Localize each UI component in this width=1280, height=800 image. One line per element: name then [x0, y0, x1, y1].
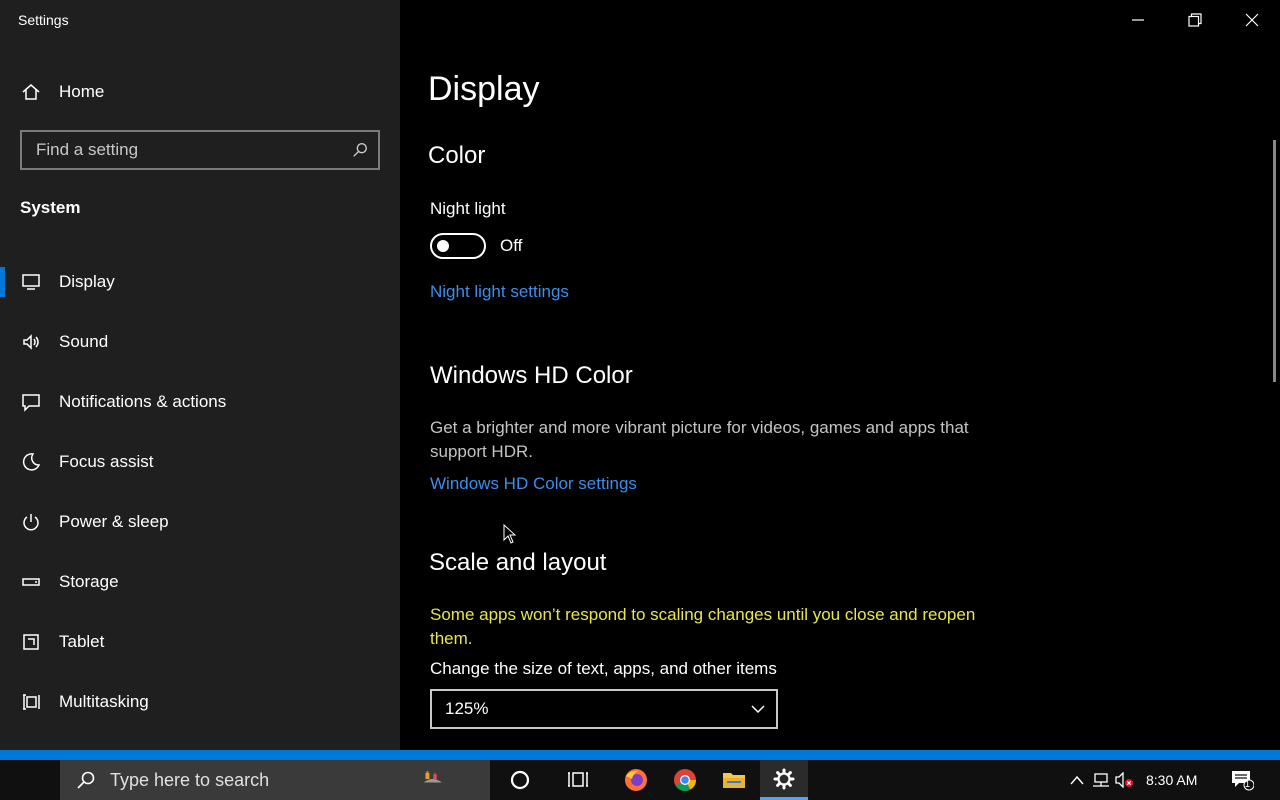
taskbar-clock[interactable]: 8:30 AM [1146, 760, 1197, 800]
cortana-button[interactable] [496, 760, 544, 800]
cortana-icon [510, 770, 530, 790]
sidebar-item-label: Tablet [59, 632, 105, 651]
main-content: Display Color Night light Off Night ligh… [428, 0, 1248, 750]
sidebar-item-multitasking[interactable]: Multitasking [0, 672, 400, 732]
chrome-icon [674, 769, 696, 791]
gear-icon [773, 768, 795, 789]
sidebar-item-notifications[interactable]: Notifications & actions [0, 372, 400, 432]
mouse-cursor-icon [503, 524, 517, 544]
taskbar-search[interactable]: Type here to search [60, 760, 490, 800]
storage-icon [19, 570, 43, 594]
hdr-heading: Windows HD Color [430, 362, 633, 389]
section-label: System [20, 198, 81, 217]
nav-home-label: Home [59, 82, 105, 101]
volume-button[interactable] [1112, 760, 1136, 800]
search-icon[interactable] [342, 141, 378, 159]
moon-icon [19, 450, 43, 474]
sidebar-item-label: Multitasking [59, 692, 149, 711]
chevron-up-icon [1070, 775, 1084, 785]
network-icon [1093, 773, 1109, 787]
multitasking-icon [19, 690, 43, 714]
show-hidden-icons-button[interactable] [1066, 760, 1088, 800]
color-heading: Color [428, 142, 486, 169]
network-button[interactable] [1090, 760, 1112, 800]
sidebar-item-focus-assist[interactable]: Focus assist [0, 432, 400, 492]
night-light-toggle[interactable] [430, 233, 486, 259]
sidebar-item-label: Notifications & actions [59, 392, 227, 411]
notification-icon [19, 390, 43, 414]
home-icon [19, 80, 43, 104]
sidebar-item-label: Focus assist [59, 452, 154, 471]
file-explorer-button[interactable] [710, 760, 758, 800]
scrollbar[interactable] [1273, 140, 1276, 382]
sidebar-item-power-sleep[interactable]: Power & sleep [0, 492, 400, 552]
taskbar-search-placeholder: Type here to search [110, 769, 270, 790]
firefox-button[interactable] [612, 760, 660, 800]
speaker-icon [19, 330, 43, 354]
action-center-icon [1232, 771, 1254, 791]
tablet-icon [19, 630, 43, 654]
hdr-settings-link[interactable]: Windows HD Color settings [430, 474, 637, 494]
page-title: Display [428, 70, 540, 108]
firefox-icon [625, 769, 647, 791]
sidebar-item-storage[interactable]: Storage [0, 552, 400, 612]
scale-dropdown-value: 125% [445, 699, 489, 718]
night-light-label: Night light [430, 199, 506, 218]
task-view-icon [568, 772, 588, 787]
hdr-description: Get a brighter and more vibrant picture … [430, 418, 969, 461]
monitor-icon [19, 270, 43, 294]
action-center-button[interactable]: 1 [1222, 760, 1262, 800]
scale-warning: Some apps won’t respond to scaling chang… [430, 605, 976, 648]
lantern-decoration-icon [423, 771, 442, 783]
folder-icon [723, 773, 745, 788]
sidebar: Settings Home System Display Sound [0, 0, 400, 750]
chrome-button[interactable] [661, 760, 709, 800]
size-label: Change the size of text, apps, and other… [430, 659, 777, 678]
chevron-down-icon [751, 705, 765, 714]
task-view-button[interactable] [555, 760, 603, 800]
search-box[interactable] [20, 130, 380, 170]
sidebar-item-sound[interactable]: Sound [0, 312, 400, 372]
scale-dropdown[interactable]: 125% [430, 689, 778, 729]
sidebar-item-label: Power & sleep [59, 512, 169, 531]
taskbar-accent-bar [0, 750, 1280, 760]
sidebar-item-label: Sound [59, 332, 109, 351]
search-icon [77, 771, 95, 789]
sidebar-item-label: Storage [59, 572, 119, 591]
nav-list: Display Sound Notifications & actions Fo… [0, 252, 400, 732]
search-input[interactable] [22, 131, 342, 169]
volume-muted-icon [1115, 772, 1133, 788]
power-icon [19, 510, 43, 534]
toggle-knob [437, 240, 449, 252]
sidebar-item-display[interactable]: Display [0, 252, 400, 312]
settings-taskbar-button[interactable] [760, 760, 808, 800]
sidebar-item-label: Display [59, 272, 115, 291]
night-light-state: Off [500, 236, 523, 255]
sidebar-item-tablet[interactable]: Tablet [0, 612, 400, 672]
scale-heading: Scale and layout [429, 549, 607, 576]
notification-count-badge: 1 [1245, 779, 1251, 789]
taskbar: Type here to search 8:30 AM 1 [0, 760, 1280, 800]
app-title: Settings [18, 12, 69, 28]
night-light-settings-link[interactable]: Night light settings [430, 282, 569, 302]
start-button[interactable] [0, 760, 58, 800]
nav-home[interactable]: Home [0, 72, 400, 112]
